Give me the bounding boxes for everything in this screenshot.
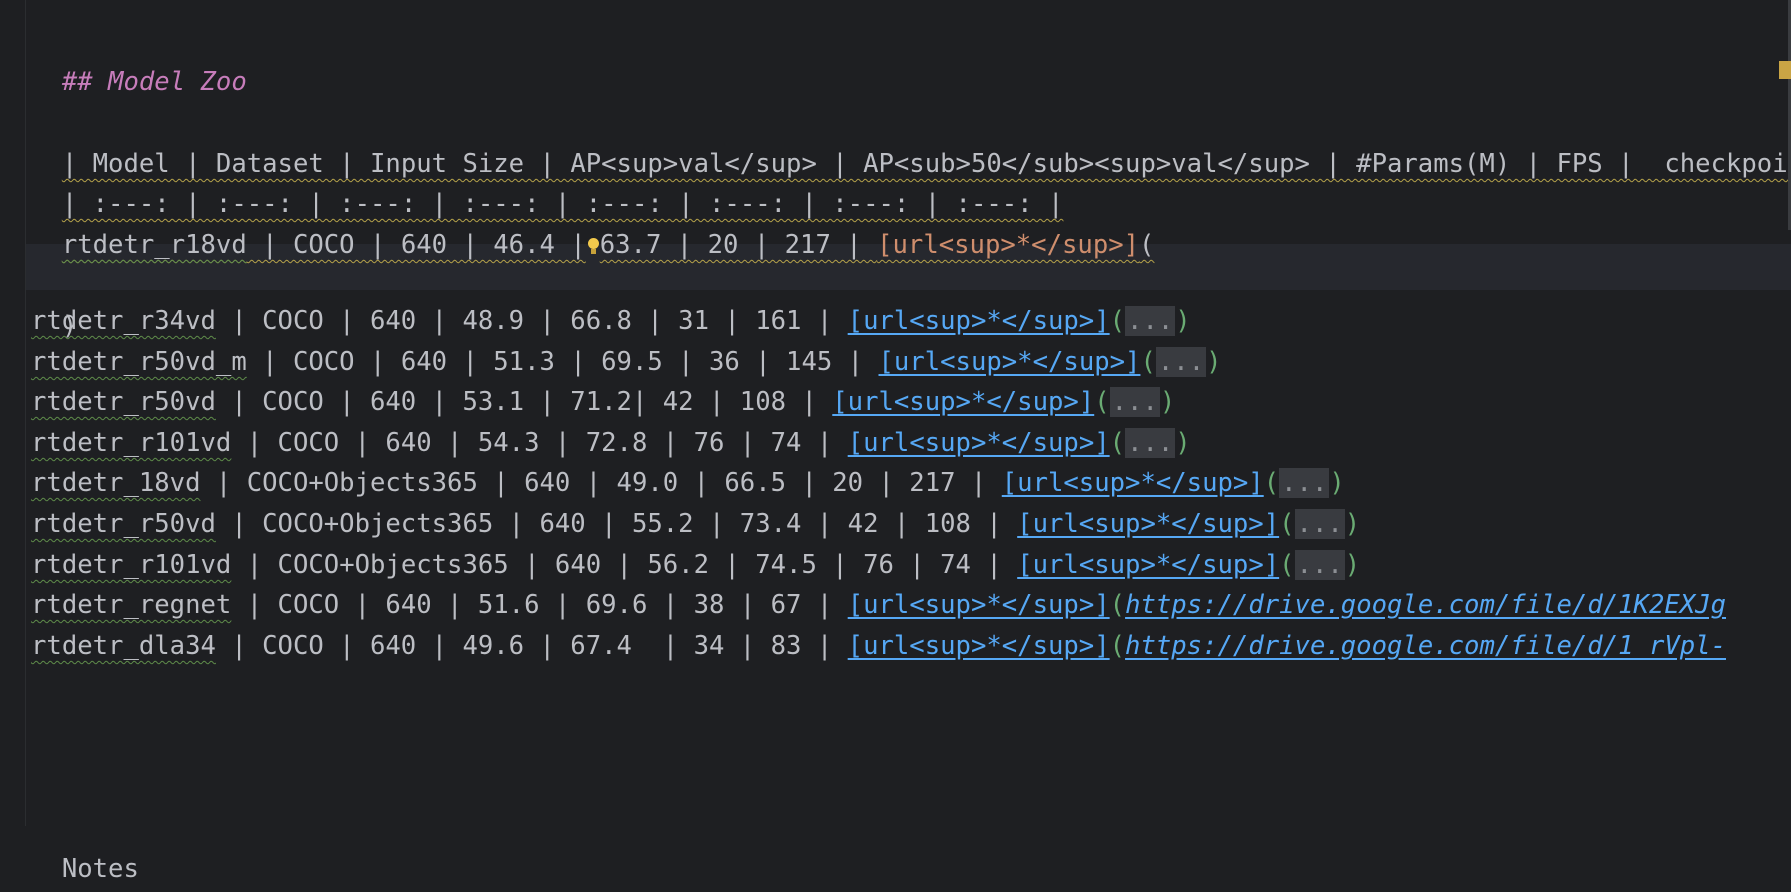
checkpoint-link[interactable]: [url<sup>*</sup>]	[1002, 468, 1264, 498]
checkpoint-link[interactable]: [url<sup>*</sup>]	[848, 428, 1110, 458]
table-divider-line[interactable]: | :---: | :---: | :---: | :---: | :---: …	[31, 135, 1064, 219]
editor-gutter-divider	[25, 0, 26, 826]
open-paren: (	[1094, 387, 1110, 417]
table-row[interactable]: rtdetr_r34vd | COCO | 640 | 48.9 | 66.8 …	[31, 298, 1191, 344]
closing-paren-line[interactable]: )	[31, 257, 77, 341]
table-row[interactable]: rtdetr_18vd | COCO+Objects365 | 640 | 49…	[31, 460, 1345, 506]
table-row[interactable]: rtdetr_regnet | COCO | 640 | 51.6 | 69.6…	[31, 582, 1726, 628]
table-row[interactable]: rtdetr_r50vd | COCO | 640 | 53.1 | 71.2|…	[31, 379, 1175, 425]
row-cells: | COCO | 640 | 51.3 | 69.5 | 36 | 145 |	[246, 347, 879, 377]
folded-url[interactable]: ...	[1125, 306, 1176, 336]
heading-line[interactable]: ## Model Zoo	[31, 13, 247, 97]
close-paren: )	[1329, 468, 1345, 498]
checkpoint-link[interactable]: [url<sup>*</sup>]	[848, 631, 1110, 661]
checkpoint-url[interactable]: https://drive.google.com/file/d/1K2EXJg	[1125, 590, 1726, 620]
model-name: rtdetr_r50vd	[31, 509, 216, 539]
open-paren: (	[1140, 347, 1156, 377]
folded-url[interactable]: ...	[1155, 347, 1207, 377]
row-cells: | COCO+Objects365 | 640 | 49.0 | 66.5 | …	[200, 468, 1002, 498]
folded-url[interactable]: ...	[1279, 468, 1330, 498]
table-row[interactable]: rtdetr_r50vd | COCO+Objects365 | 640 | 5…	[31, 501, 1360, 547]
row-cells: | COCO | 640 | 46.4 |	[246, 230, 586, 260]
model-name: rtdetr_r101vd	[31, 550, 232, 580]
checkpoint-link[interactable]: [url<sup>*</sup>]	[848, 590, 1110, 620]
model-name: rtdetr_r34vd	[31, 306, 216, 336]
row-cells: | COCO+Objects365 | 640 | 55.2 | 73.4 | …	[215, 509, 1018, 539]
checkpoint-url[interactable]: https://drive.google.com/file/d/1_rVpl-	[1125, 631, 1726, 661]
row-cells: | COCO | 640 | 48.9 | 66.8 | 31 | 161 |	[215, 306, 848, 336]
row-cells: | COCO | 640 | 53.1 | 71.2| 42 | 108 |	[215, 387, 833, 417]
checkpoint-link[interactable]: [url<sup>*</sup>]	[848, 306, 1110, 336]
open-paren: (	[1109, 428, 1126, 458]
folded-url[interactable]: ...	[1109, 387, 1160, 417]
row-cells: | COCO | 640 | 54.3 | 72.8 | 76 | 74 |	[231, 428, 848, 458]
model-name: rtdetr_r101vd	[31, 428, 232, 458]
folded-url[interactable]: ...	[1294, 550, 1345, 580]
model-name: rtdetr_r50vd	[31, 387, 216, 417]
open-paren: (	[1109, 306, 1126, 336]
open-paren: (	[1139, 230, 1155, 260]
link-label: [url<sup>*</sup>]	[877, 230, 1140, 260]
row-cells: | COCO | 640 | 51.6 | 69.6 | 38 | 67 |	[231, 590, 848, 620]
model-name: rtdetr_r18vd	[61, 230, 247, 260]
table-row-first[interactable]: rtdetr_r18vd | COCO | 640 | 46.4 | 63.7 |…	[31, 176, 1155, 260]
notes-line[interactable]: Notes	[31, 800, 139, 884]
open-paren: (	[1109, 631, 1126, 661]
open-paren: (	[1279, 509, 1295, 539]
row-cells: 63.7 | 20 | 217 |	[599, 230, 878, 260]
model-name: rtdetr_regnet	[31, 590, 232, 620]
row-cells: | COCO | 640 | 49.6 | 67.4 | 34 | 83 |	[215, 631, 848, 661]
model-name: rtdetr_dla34	[31, 631, 216, 661]
folded-url[interactable]: ...	[1294, 509, 1345, 539]
notes-text: Notes	[61, 854, 139, 884]
open-paren: (	[1263, 468, 1280, 498]
close-paren: )	[1159, 387, 1176, 417]
row-cells: | COCO+Objects365 | 640 | 56.2 | 74.5 | …	[231, 550, 1018, 580]
close-paren: )	[1175, 306, 1191, 336]
lightbulb-icon[interactable]	[586, 236, 600, 256]
model-name: rtdetr_r50vd_m	[31, 347, 247, 377]
open-paren: (	[1109, 590, 1126, 620]
checkpoint-link[interactable]: [url<sup>*</sup>]	[1017, 509, 1279, 539]
close-paren: )	[1344, 550, 1361, 580]
close-paren: )	[1206, 347, 1222, 377]
warning-marker-icon[interactable]	[1779, 61, 1791, 79]
checkpoint-link[interactable]: [url<sup>*</sup>]	[1017, 550, 1279, 580]
open-paren: (	[1279, 550, 1295, 580]
checkpoint-link[interactable]: [url<sup>*</sup>]	[879, 347, 1141, 377]
model-name: rtdetr_18vd	[31, 468, 201, 498]
folded-url[interactable]: ...	[1125, 428, 1176, 458]
checkpoint-link[interactable]: [url<sup>*</sup>]	[832, 387, 1094, 417]
close-paren: )	[1175, 428, 1191, 458]
table-row[interactable]: rtdetr_dla34 | COCO | 640 | 49.6 | 67.4 …	[31, 623, 1726, 669]
close-paren: )	[1344, 509, 1361, 539]
markdown-heading: ## Model Zoo	[61, 67, 247, 97]
